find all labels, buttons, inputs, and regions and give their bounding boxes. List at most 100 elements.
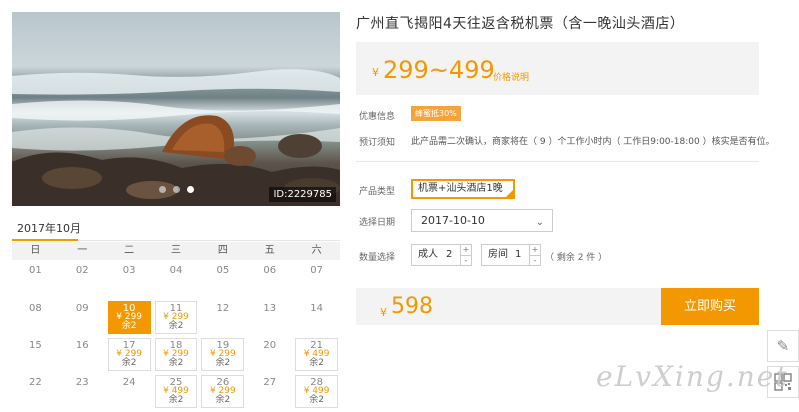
calendar-day-available[interactable]: 19 ¥ 299 余2 [201, 338, 245, 371]
carousel-dot[interactable] [172, 186, 180, 193]
quantity-label: 数量选择 [359, 253, 396, 263]
adult-stepper[interactable]: 成人 2 + - [411, 244, 472, 266]
product-photo[interactable]: ID:2229785 [12, 12, 340, 206]
remaining-stock: （ 剩余 2 件 ） [545, 253, 608, 263]
weekday-label: 四 [217, 245, 228, 256]
calendar-day-stock: 余2 [309, 358, 324, 368]
calendar-day: 06 [246, 262, 293, 299]
total-currency: ¥ [380, 306, 387, 319]
calendar-day: 09 [59, 299, 106, 336]
calendar-day-number: 23 [75, 377, 89, 388]
adult-decrement-button[interactable]: - [461, 255, 471, 265]
room-stepper[interactable]: 房间 1 + - [481, 244, 541, 266]
calendar-day-available[interactable]: 21 ¥ 499 余2 [295, 338, 338, 371]
product-page: ID:2229785 2017年10月 日 一 二 三 四 五 六 01 02 03 04 05 06… [0, 0, 799, 412]
adult-count: 2 [446, 249, 453, 260]
section-divider [356, 161, 759, 162]
calendar-day: 05 [199, 262, 246, 299]
calendar-day: 13 [246, 299, 293, 336]
calendar-day-number: 03 [122, 265, 136, 276]
adult-increment-button[interactable]: + [461, 245, 471, 255]
watermark-text: eLvXing.net [596, 360, 789, 393]
price-range: 299~499 [383, 56, 495, 84]
calendar-month-title: 2017年10月 [17, 222, 81, 235]
buy-now-button[interactable]: 立即购买 [661, 288, 759, 325]
calendar-day-available[interactable]: 10 ¥ 299 余2 [107, 301, 151, 334]
booking-notice-text: 此产品需二次确认，商家将在（ 9 ）个工作小时内（ 工作日9:00-18:00 … [411, 137, 775, 147]
calendar-day: 16 [59, 336, 106, 373]
calendar-day-number: 16 [75, 340, 89, 351]
calendar-day-number: 09 [75, 303, 89, 314]
adult-stepper-buttons: + - [460, 245, 471, 265]
calendar-day-available[interactable]: 26 ¥ 299 余2 [201, 375, 245, 408]
product-title: 广州直飞揭阳4天往返含税机票（含一晚汕头酒店） [356, 16, 685, 32]
calendar-grid: 01 02 03 04 05 06 07 08 09 10 ¥ 299 余2 11 ¥ 299 余2 12 13… [12, 262, 340, 410]
weekday-label: 三 [170, 245, 181, 256]
carousel-dot[interactable] [158, 186, 166, 193]
price-currency: ¥ [372, 66, 379, 79]
calendar-day: 07 [293, 262, 340, 299]
calendar-day-available[interactable]: 25 ¥ 499 余2 [154, 375, 198, 408]
calendar-weekday-header: 日一二三四五六 [12, 242, 340, 260]
weekday-label: 一 [77, 245, 88, 256]
calendar-day-number: 04 [169, 265, 183, 276]
calendar-day: 14 [293, 299, 340, 336]
weekday-label: 五 [264, 245, 275, 256]
feedback-button[interactable]: ✎ [767, 330, 799, 362]
product-type-value: 机票+汕头酒店1晚 [418, 183, 503, 194]
calendar-day-number: 24 [122, 377, 136, 388]
booking-notice-label: 预订须知 [359, 138, 396, 148]
weekday-label: 日 [30, 245, 41, 256]
room-stepper-buttons: + - [529, 245, 540, 265]
calendar-day: 03 [106, 262, 153, 299]
room-decrement-button[interactable]: - [530, 255, 540, 265]
calendar-day-stock: 余2 [215, 395, 231, 405]
date-select-value: 2017-10-10 [421, 214, 485, 227]
date-select[interactable]: 2017-10-10 ⌄ [411, 209, 553, 232]
calendar-day-number: 12 [216, 303, 230, 314]
calendar-day: 12 [199, 299, 246, 336]
date-label: 选择日期 [359, 218, 396, 228]
total-price: 598 [391, 294, 433, 319]
calendar-day-available[interactable]: 17 ¥ 299 余2 [107, 338, 151, 371]
pencil-icon: ✎ [776, 337, 790, 355]
calendar-day-number: 13 [263, 303, 277, 314]
calendar-day-available[interactable]: 11 ¥ 299 余2 [154, 301, 198, 334]
calendar-day-number: 22 [29, 377, 42, 388]
calendar-day-stock: 余2 [168, 321, 184, 331]
calendar-day: 24 [106, 373, 153, 410]
photo-id-label: ID:2229785 [269, 187, 336, 202]
price-note-link[interactable]: 价格说明 [493, 70, 529, 83]
weekday-label: 六 [311, 245, 322, 256]
calendar-day-available[interactable]: 28 ¥ 499 余2 [295, 375, 338, 408]
calendar-day-stock: 余2 [168, 395, 184, 405]
calendar-day: 23 [59, 373, 106, 410]
calendar-day-number: 07 [310, 265, 323, 276]
product-type-label: 产品类型 [359, 187, 396, 197]
calendar-day-stock: 余2 [121, 358, 137, 368]
calendar-day: 08 [12, 299, 59, 336]
calendar-day-stock: 余2 [309, 395, 324, 405]
calendar-day-number: 02 [75, 265, 89, 276]
seascape-image [12, 69, 340, 206]
room-count: 1 [515, 249, 522, 260]
adult-label: 成人 [418, 249, 438, 260]
calendar-day-number: 27 [263, 377, 277, 388]
calendar-day: 20 [246, 336, 293, 373]
calendar-day: 02 [59, 262, 106, 299]
carousel-dot-active[interactable] [186, 186, 194, 193]
room-increment-button[interactable]: + [530, 245, 540, 255]
calendar-day-available[interactable]: 18 ¥ 299 余2 [154, 338, 198, 371]
promo-label: 优惠信息 [359, 112, 396, 122]
calendar-day: 04 [153, 262, 200, 299]
chevron-down-icon: ⌄ [535, 217, 544, 228]
weekday-label: 二 [124, 245, 135, 256]
promo-badge: 蜂蜜抵30% [411, 106, 461, 121]
calendar-day-number: 06 [263, 265, 277, 276]
calendar-day-number: 14 [310, 303, 323, 314]
calendar-day-stock: 余2 [121, 321, 137, 331]
product-type-option[interactable]: 机票+汕头酒店1晚 [411, 179, 515, 199]
calendar-day: 22 [12, 373, 59, 410]
room-label: 房间 [488, 249, 508, 260]
calendar-day-number: 15 [29, 340, 42, 351]
